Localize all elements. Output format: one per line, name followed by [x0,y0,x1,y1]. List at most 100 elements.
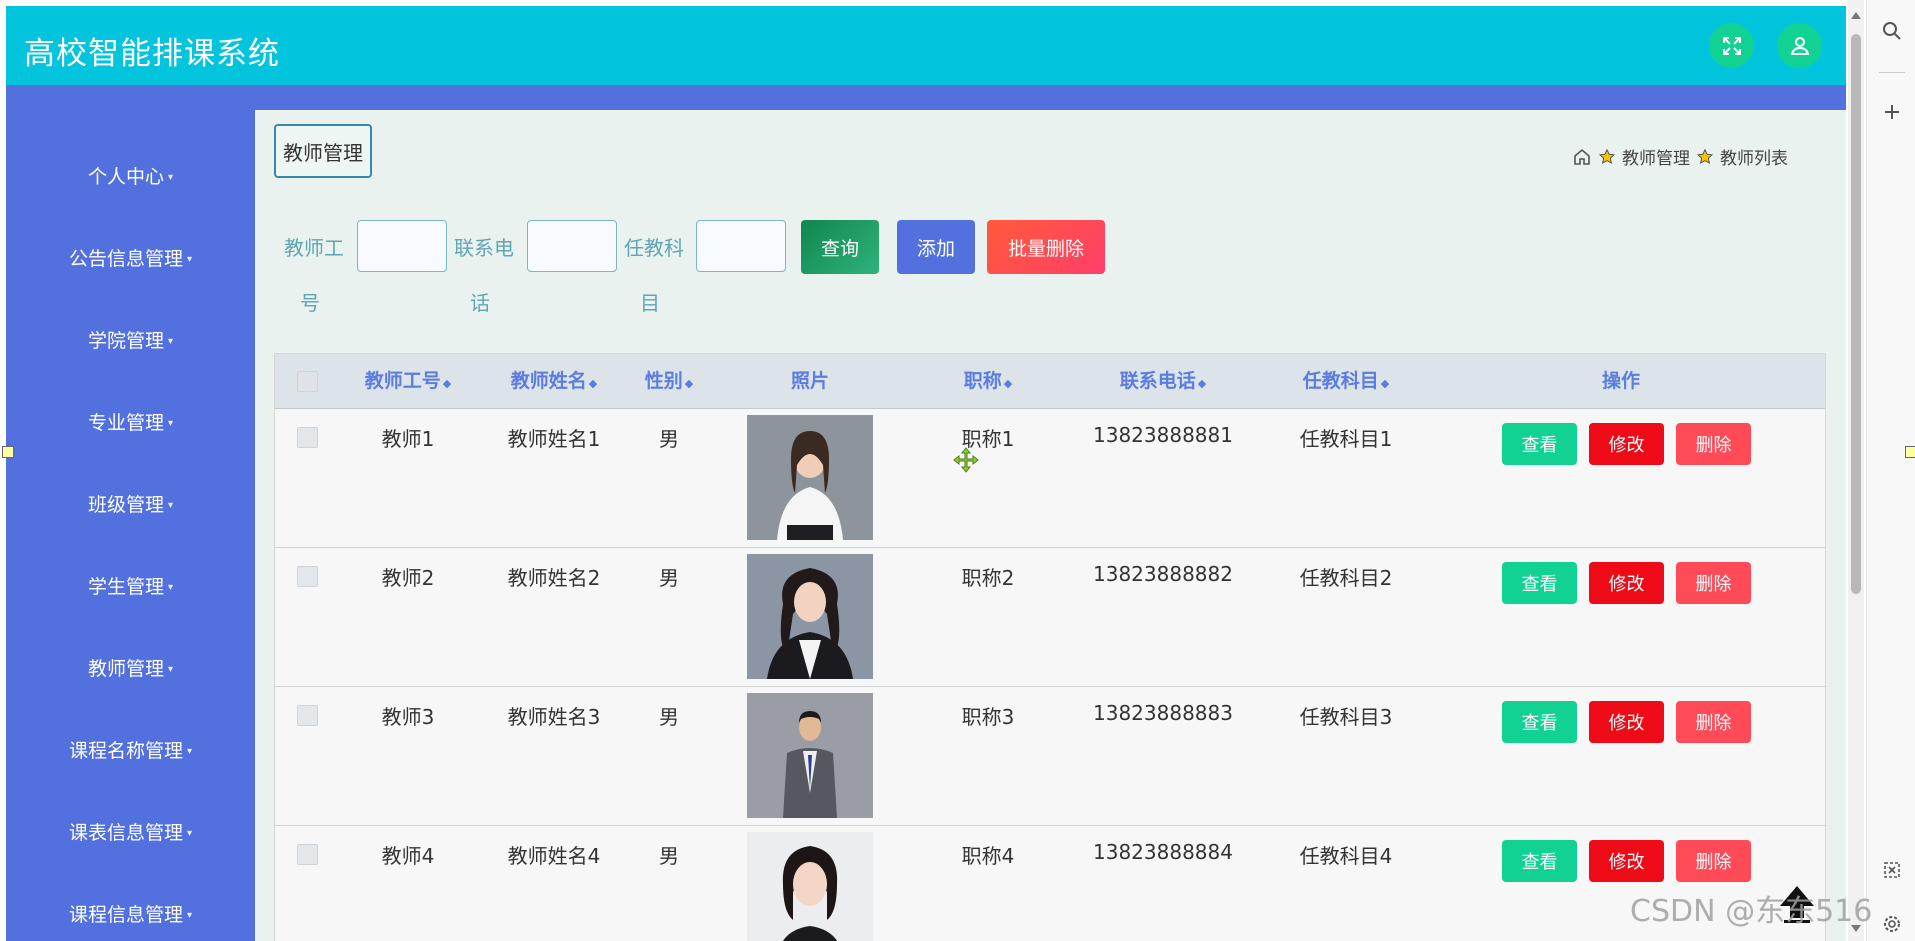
view-button[interactable]: 查看 [1502,701,1577,743]
top-header: 高校智能排课系统 [6,6,1846,85]
fullscreen-button[interactable] [1709,23,1754,68]
plus-icon[interactable] [1882,102,1902,122]
cell-phone: 13823888883 [1093,701,1233,725]
edit-button[interactable]: 修改 [1589,840,1664,882]
sort-icon: ◆ [1197,377,1207,390]
cell-phone: 13823888882 [1093,562,1233,586]
column-label: 教师姓名 [510,370,587,392]
col-phone[interactable]: 联系电话 ◆ [1120,354,1206,408]
table-header: 教师工号 ◆ 教师姓名 ◆ 性别 ◆ 照片 职称 ◆ 联系电话 ◆ 任教科目 ◆ 操作 [275,354,1825,409]
query-button[interactable]: 查询 [801,220,879,274]
subject-label: 任教科 目 [624,220,684,331]
delete-button[interactable]: 删除 [1676,562,1751,604]
cell-teacher-id: 教师4 [381,844,435,868]
table-row: 教师1 教师姓名1 男 职称1 13823888881 任教科目1 查看 修改 … [275,409,1825,548]
delete-button[interactable]: 删除 [1676,701,1751,743]
col-teacher-name[interactable]: 教师姓名 ◆ [511,354,597,408]
cell-gender: 男 [659,844,679,868]
cell-subject: 任教科目4 [1299,844,1393,868]
sidebar-item-majors[interactable]: 专业管理 ▾ [6,408,255,435]
table-row: 教师4 教师姓名4 男 职称4 13823888884 任教科目4 查看 修改 … [275,826,1825,941]
label-text: 联系电 [454,236,514,260]
cell-teacher-name: 教师姓名2 [507,566,601,590]
cell-teacher-id: 教师1 [381,427,435,451]
label-text: 任教科 [624,236,684,260]
sidebar-item-course-info[interactable]: 课程信息管理 ▾ [6,900,255,927]
scroll-up-icon[interactable] [1850,10,1862,20]
sidebar-item-classes[interactable]: 班级管理 ▾ [6,490,255,517]
resize-handle-right[interactable] [1905,446,1915,458]
row-checkbox[interactable] [297,844,318,865]
resize-handle-left[interactable] [2,446,14,458]
portrait-image [747,832,873,941]
sidebar-item-students[interactable]: 学生管理 ▾ [6,572,255,599]
col-subject[interactable]: 任教科目 ◆ [1303,354,1389,408]
browser-side-panel [1866,0,1915,941]
label-text: 话 [470,291,490,315]
row-checkbox[interactable] [297,427,318,448]
sidebar-item-colleges[interactable]: 学院管理 ▾ [6,326,255,353]
sidebar-item-label: 课表信息管理 [68,822,183,844]
header-strip [6,85,1846,110]
sidebar: 个人中心 ▾ 公告信息管理 ▾ 学院管理 ▾ 专业管理 ▾ 班级管理 ▾ 学生管理 ▾ 教师… [6,110,255,941]
cell-gender: 男 [659,566,679,590]
breadcrumb: 教师管理 教师列表 [1572,144,1788,169]
delete-button[interactable]: 删除 [1676,840,1751,882]
teacher-id-label: 教师工 号 [284,220,344,331]
sort-icon: ◆ [1380,377,1390,390]
cell-phone: 13823888884 [1093,840,1233,864]
caret-down-icon: ▾ [167,172,174,183]
sort-icon: ◆ [442,377,452,390]
sidebar-item-course-names[interactable]: 课程名称管理 ▾ [6,736,255,763]
sidebar-item-personal-center[interactable]: 个人中心 ▾ [6,162,255,189]
teacher-id-input[interactable] [357,220,447,272]
sidebar-item-teachers[interactable]: 教师管理 ▾ [6,654,255,681]
edit-button[interactable]: 修改 [1589,701,1664,743]
delete-button[interactable]: 删除 [1676,423,1751,465]
cell-title: 职称4 [961,844,1015,868]
sidebar-item-announcements[interactable]: 公告信息管理 ▾ [6,244,255,271]
caret-down-icon: ▾ [167,418,174,429]
caret-down-icon: ▾ [167,664,174,675]
phone-input[interactable] [527,220,617,272]
table-row: 教师2 教师姓名2 男 职称2 13823888882 任教科目2 查看 修改 … [275,548,1825,687]
edit-button[interactable]: 修改 [1589,423,1664,465]
batch-delete-button[interactable]: 批量删除 [987,220,1105,274]
view-button[interactable]: 查看 [1502,562,1577,604]
add-button[interactable]: 添加 [897,220,975,274]
edit-button[interactable]: 修改 [1589,562,1664,604]
search-icon[interactable] [1881,20,1903,42]
phone-label: 联系电 话 [454,220,514,331]
view-button[interactable]: 查看 [1502,423,1577,465]
col-gender[interactable]: 性别 ◆ [645,354,693,408]
user-button[interactable] [1777,23,1822,68]
sidebar-item-timetable[interactable]: 课表信息管理 ▾ [6,818,255,845]
teacher-photo [747,415,873,540]
screenshot-icon[interactable] [1882,860,1902,880]
subject-input[interactable] [696,220,786,272]
breadcrumb-item: 教师列表 [1720,149,1788,169]
caret-down-icon: ▾ [186,746,193,757]
scrollbar-thumb[interactable] [1851,34,1861,594]
breadcrumb-item[interactable]: 教师管理 [1622,144,1690,169]
cell-subject: 任教科目3 [1299,705,1393,729]
caret-down-icon: ▾ [167,582,174,593]
sidebar-item-label: 专业管理 [87,412,164,434]
row-checkbox[interactable] [297,566,318,587]
gear-icon[interactable] [1882,914,1902,934]
home-icon[interactable] [1572,147,1592,167]
row-checkbox[interactable] [297,705,318,726]
portrait-image [747,415,873,540]
view-button[interactable]: 查看 [1502,840,1577,882]
caret-down-icon: ▾ [186,254,193,265]
table-row: 教师3 教师姓名3 男 职称3 13823888883 任教科目3 查看 修改 … [275,687,1825,826]
cell-gender: 男 [659,705,679,729]
col-title[interactable]: 职称 ◆ [964,354,1012,408]
select-all-checkbox[interactable] [297,371,318,392]
cell-subject: 任教科目2 [1299,566,1393,590]
sort-icon: ◆ [684,377,694,390]
col-teacher-id[interactable]: 教师工号 ◆ [365,354,451,408]
cell-teacher-id: 教师3 [381,705,435,729]
cell-title: 职称3 [961,705,1015,729]
caret-down-icon: ▾ [186,828,193,839]
